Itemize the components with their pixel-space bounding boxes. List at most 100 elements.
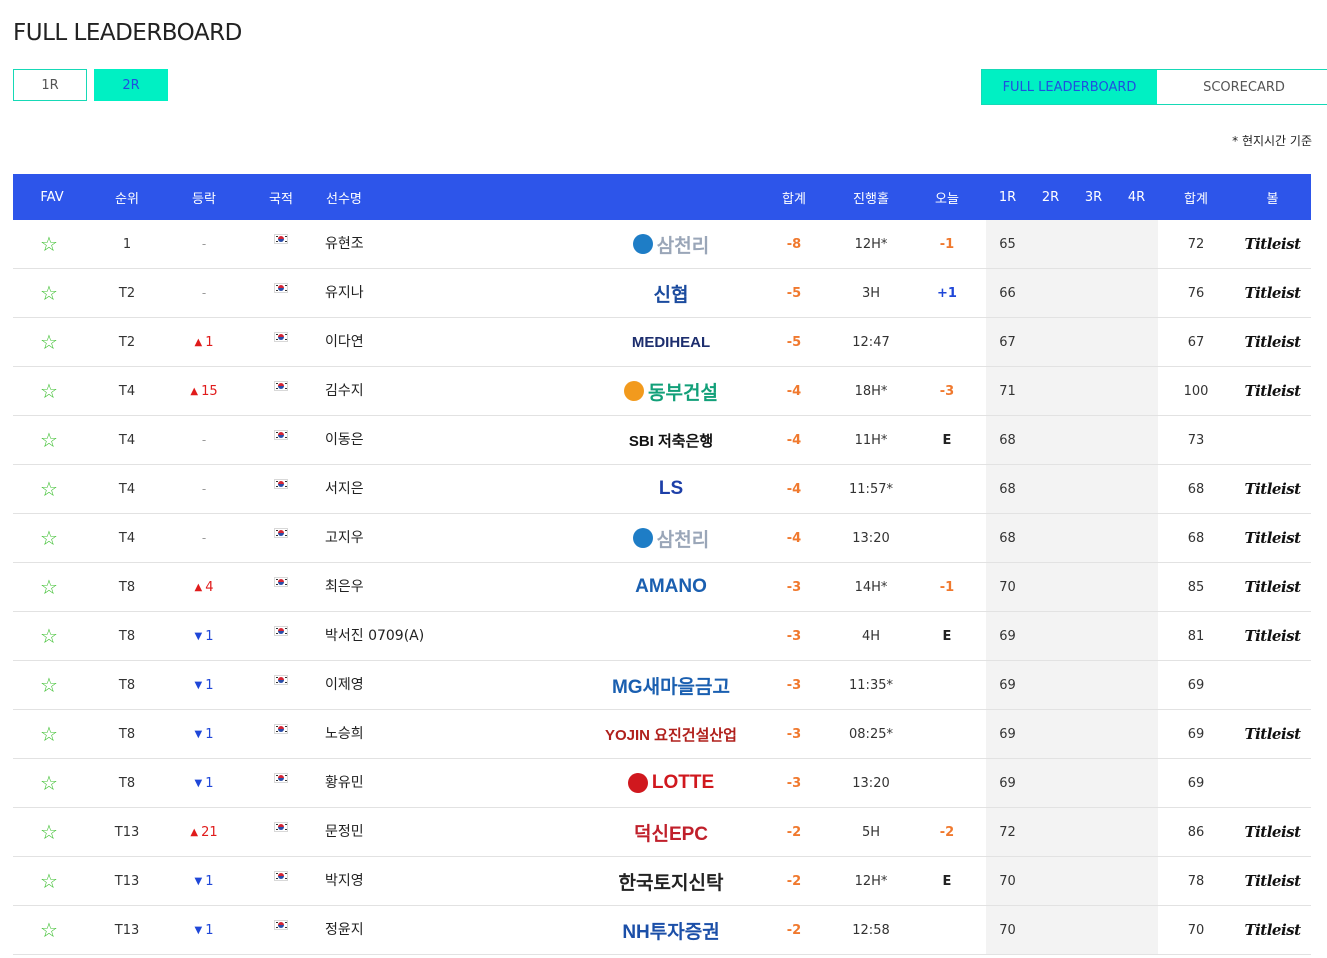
- star-icon[interactable]: ☆: [40, 332, 58, 352]
- table-row[interactable]: ☆ T8 ▼ 1 이제영 MG새마을금고 -3 11:35* 69 69: [13, 661, 1311, 710]
- fav-star-cell[interactable]: ☆: [13, 465, 85, 513]
- player-name[interactable]: 정윤지: [325, 906, 585, 954]
- fav-star-cell[interactable]: ☆: [13, 269, 85, 317]
- col-thru[interactable]: 진행홀: [831, 174, 911, 220]
- table-row[interactable]: ☆ T8 ▼ 1 황유민 LOTTE -3 13:20 69 69: [13, 759, 1311, 808]
- player-name[interactable]: 서지은: [325, 465, 585, 513]
- player-name[interactable]: 유현조: [325, 220, 585, 268]
- table-row[interactable]: ☆ T4 - 고지우 삼천리 -4 13:20 68 68 Titleist: [13, 514, 1311, 563]
- tab-1r[interactable]: 1R: [13, 69, 87, 101]
- fav-star-cell[interactable]: ☆: [13, 661, 85, 709]
- table-row[interactable]: ☆ 1 - 유현조 삼천리 -8 12H* -1 65 72 Titleist: [13, 220, 1311, 269]
- fav-star-cell[interactable]: ☆: [13, 759, 85, 807]
- star-icon[interactable]: ☆: [40, 822, 58, 842]
- player-name[interactable]: 이다연: [325, 318, 585, 366]
- star-icon[interactable]: ☆: [40, 528, 58, 548]
- round3-score: [1072, 808, 1115, 856]
- col-nation[interactable]: 국적: [246, 174, 316, 220]
- fav-star-cell[interactable]: ☆: [13, 220, 85, 268]
- star-icon[interactable]: ☆: [40, 626, 58, 646]
- star-icon[interactable]: ☆: [40, 479, 58, 499]
- star-icon[interactable]: ☆: [40, 724, 58, 744]
- table-row[interactable]: ☆ T8 ▲ 4 최은우 AMANO -3 14H* -1 70 85 Titleist: [13, 563, 1311, 612]
- total-score: -4: [786, 383, 802, 399]
- player-name[interactable]: 노승희: [325, 710, 585, 758]
- col-total[interactable]: 합계: [759, 174, 829, 220]
- fav-star-cell[interactable]: ☆: [13, 906, 85, 954]
- nation-cell: [246, 318, 316, 366]
- col-sum[interactable]: 합계: [1158, 174, 1234, 220]
- star-icon[interactable]: ☆: [40, 234, 58, 254]
- round3-score: [1072, 563, 1115, 611]
- star-icon[interactable]: ☆: [40, 430, 58, 450]
- holes-thru: 12H*: [854, 236, 888, 252]
- fav-star-cell[interactable]: ☆: [13, 612, 85, 660]
- col-name[interactable]: 선수명: [326, 174, 526, 220]
- player-name[interactable]: 이동은: [325, 416, 585, 464]
- player-name[interactable]: 고지우: [325, 514, 585, 562]
- sponsor-text: MG새마을금고: [611, 676, 730, 698]
- sponsor-logo: MEDIHEAL: [585, 318, 757, 366]
- player-name[interactable]: 최은우: [325, 563, 585, 611]
- fav-star-cell[interactable]: ☆: [13, 318, 85, 366]
- round2-score: [1029, 759, 1072, 807]
- korea-flag-icon: [274, 577, 288, 587]
- rank: T8: [118, 628, 136, 644]
- col-r2[interactable]: 2R: [1029, 174, 1072, 220]
- table-row[interactable]: ☆ T4 - 서지은 LS -4 11:57* 68 68 Titleist: [13, 465, 1311, 514]
- fav-star-cell[interactable]: ☆: [13, 808, 85, 856]
- sponsor-logo-mark: 삼천리: [632, 231, 709, 258]
- col-today[interactable]: 오늘: [912, 174, 982, 220]
- tab-full-leaderboard[interactable]: FULL LEADERBOARD: [982, 70, 1157, 104]
- star-icon[interactable]: ☆: [40, 871, 58, 891]
- col-r1[interactable]: 1R: [986, 174, 1029, 220]
- table-row[interactable]: ☆ T4 ▲ 15 김수지 동부건설 -4 18H* -3 71 100 Titleist: [13, 367, 1311, 416]
- player-name[interactable]: 김수지: [325, 367, 585, 415]
- col-move[interactable]: 등락: [168, 174, 240, 220]
- player-name[interactable]: 유지나: [325, 269, 585, 317]
- table-row[interactable]: ☆ T13 ▼ 1 박지영 한국토지신탁 -2 12H* E 70 78 Titleist: [13, 857, 1311, 906]
- player-name[interactable]: 박서진 0709(A): [325, 612, 585, 660]
- star-icon[interactable]: ☆: [40, 577, 58, 597]
- player-name[interactable]: 황유민: [325, 759, 585, 807]
- fav-star-cell[interactable]: ☆: [13, 514, 85, 562]
- table-row[interactable]: ☆ T8 ▼ 1 박서진 0709(A) -3 4H E 69 81 Titleist: [13, 612, 1311, 661]
- star-icon[interactable]: ☆: [40, 381, 58, 401]
- tab-2r[interactable]: 2R: [94, 69, 168, 101]
- nation-cell: [246, 220, 316, 268]
- table-row[interactable]: ☆ T13 ▼ 1 정윤지 NH투자증권 -2 12:58 70 70 Titleist: [13, 906, 1311, 955]
- col-r4[interactable]: 4R: [1115, 174, 1158, 220]
- fav-star-cell[interactable]: ☆: [13, 710, 85, 758]
- star-icon[interactable]: ☆: [40, 920, 58, 940]
- fav-star-cell[interactable]: ☆: [13, 367, 85, 415]
- star-icon[interactable]: ☆: [40, 773, 58, 793]
- round4-score: [1115, 269, 1158, 317]
- col-fav[interactable]: FAV: [13, 174, 91, 220]
- move-value: 1: [205, 726, 214, 742]
- table-row[interactable]: ☆ T4 - 이동은 SBI 저축은행 -4 11H* E 68 73: [13, 416, 1311, 465]
- table-row[interactable]: ☆ T2 ▲ 1 이다연 MEDIHEAL -5 12:47 67 67 Titleist: [13, 318, 1311, 367]
- sponsor-logo-mark: 삼천리: [632, 525, 709, 552]
- sum-score: 69: [1187, 726, 1205, 742]
- col-rank[interactable]: 순위: [91, 174, 163, 220]
- table-row[interactable]: ☆ T2 - 유지나 신협 -5 3H +1 66 76 Titleist: [13, 269, 1311, 318]
- fav-star-cell[interactable]: ☆: [13, 416, 85, 464]
- ball-brand: Titleist: [1234, 318, 1311, 366]
- fav-star-cell[interactable]: ☆: [13, 563, 85, 611]
- rank-move: ▲ 21: [168, 808, 240, 856]
- col-r3[interactable]: 3R: [1072, 174, 1115, 220]
- round2-score: [1029, 514, 1072, 562]
- tab-scorecard[interactable]: SCORECARD: [1157, 70, 1327, 104]
- player-name[interactable]: 박지영: [325, 857, 585, 905]
- table-row[interactable]: ☆ T8 ▼ 1 노승희 YOJIN 요진건설산업 -3 08:25* 69 69 Titleist: [13, 710, 1311, 759]
- player-name[interactable]: 문정민: [325, 808, 585, 856]
- round4-score: [1115, 563, 1158, 611]
- round1-score: 69: [999, 677, 1016, 693]
- star-icon[interactable]: ☆: [40, 675, 58, 695]
- korea-flag-icon: [274, 332, 288, 342]
- sponsor-text: 덕신EPC: [633, 823, 709, 845]
- player-name[interactable]: 이제영: [325, 661, 585, 709]
- fav-star-cell[interactable]: ☆: [13, 857, 85, 905]
- table-row[interactable]: ☆ T13 ▲ 21 문정민 덕신EPC -2 5H -2 72 86 Titleist: [13, 808, 1311, 857]
- star-icon[interactable]: ☆: [40, 283, 58, 303]
